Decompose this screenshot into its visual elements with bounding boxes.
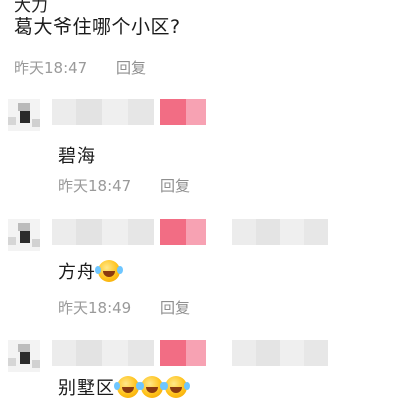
comment-timestamp: 昨天18:47: [14, 59, 88, 77]
reply-text-content: 方舟: [58, 262, 96, 283]
username-blurred[interactable]: [52, 219, 328, 245]
main-comment-meta: 昨天18:47 回复: [14, 57, 146, 78]
reply-meta: 昨天18:49 回复: [58, 297, 190, 318]
reply-text-content: 别墅区: [58, 378, 115, 399]
reply-item: 别墅区: [0, 336, 403, 412]
laughing-crying-emoji-icon: [138, 376, 163, 398]
reply-text: 别墅区: [58, 374, 187, 400]
reply-button[interactable]: 回复: [160, 177, 190, 195]
reply-button[interactable]: 回复: [116, 59, 146, 77]
reply-button[interactable]: 回复: [160, 299, 190, 317]
reply-meta: 昨天18:47 回复: [58, 175, 190, 196]
reply-item: 方舟 昨天18:49 回复: [0, 215, 403, 325]
avatar[interactable]: [8, 340, 40, 372]
username-blurred[interactable]: [52, 340, 328, 366]
reply-text: 方舟: [58, 258, 120, 284]
laughing-crying-emoji-icon: [162, 376, 187, 398]
laughing-crying-emoji-icon: [95, 260, 120, 282]
laughing-crying-emoji-icon: [114, 376, 139, 398]
avatar[interactable]: [8, 219, 40, 251]
reply-item: 碧海 昨天18:47 回复: [0, 95, 403, 205]
username-blurred[interactable]: [52, 99, 212, 125]
reply-text-content: 碧海: [58, 146, 96, 167]
avatar[interactable]: [8, 99, 40, 131]
main-comment-text: 葛大爷住哪个小区?: [14, 16, 181, 38]
reply-text: 碧海: [58, 142, 96, 168]
reply-timestamp: 昨天18:49: [58, 299, 132, 317]
reply-timestamp: 昨天18:47: [58, 177, 132, 195]
